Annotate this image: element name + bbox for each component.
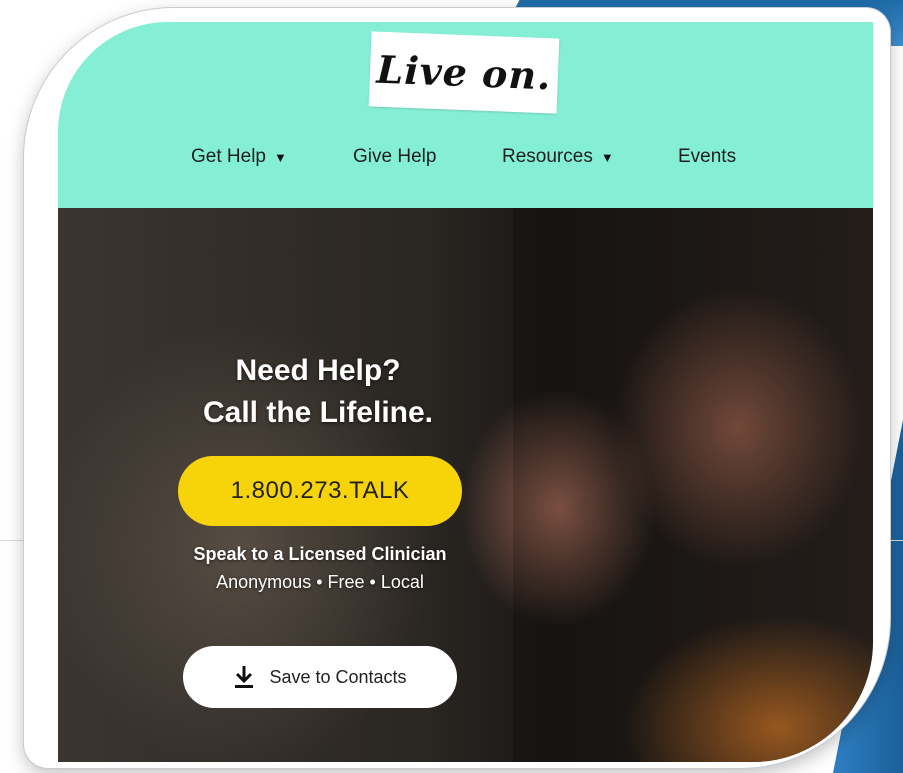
caret-down-icon: ▼ <box>273 149 287 165</box>
save-button-label: Save to Contacts <box>269 666 407 687</box>
site-header: Live on. Get Help ▼ Give Help Resources … <box>58 22 873 208</box>
hero-section: Need Help? Call the Lifeline. 1.800.273.… <box>58 208 873 762</box>
nav-label: Events <box>678 146 737 167</box>
logo-text: Live on. <box>375 46 553 99</box>
nav-label: Resources <box>502 146 593 167</box>
clinician-text: Speak to a Licensed Clinician <box>193 544 447 564</box>
site-logo[interactable]: Live on. <box>368 31 560 114</box>
nav-label: Give Help <box>353 146 437 167</box>
call-lifeline-button[interactable]: 1.800.273.TALK <box>178 456 462 526</box>
features-text: Anonymous • Free • Local <box>216 572 424 592</box>
nav-label: Get Help <box>191 146 266 167</box>
nav-item-events[interactable]: Events <box>678 146 736 168</box>
nav-item-get-help[interactable]: Get Help ▼ <box>191 146 287 168</box>
hero-title: Need Help? Call the Lifeline. <box>178 350 458 434</box>
download-icon <box>233 664 255 690</box>
hero-title-line1: Need Help? <box>235 354 401 387</box>
hero-title-line2: Call the Lifeline. <box>202 396 434 429</box>
nav-item-give-help[interactable]: Give Help <box>353 146 436 168</box>
nav-item-resources[interactable]: Resources ▼ <box>502 146 614 168</box>
caret-down-icon: ▼ <box>600 149 614 165</box>
save-to-contacts-button[interactable]: Save to Contacts <box>183 646 457 708</box>
screenshot-frame: Live on. Get Help ▼ Give Help Resources … <box>24 8 890 768</box>
main-nav: Get Help ▼ Give Help Resources ▼ Events <box>58 146 873 176</box>
website-viewport: Live on. Get Help ▼ Give Help Resources … <box>58 22 873 762</box>
